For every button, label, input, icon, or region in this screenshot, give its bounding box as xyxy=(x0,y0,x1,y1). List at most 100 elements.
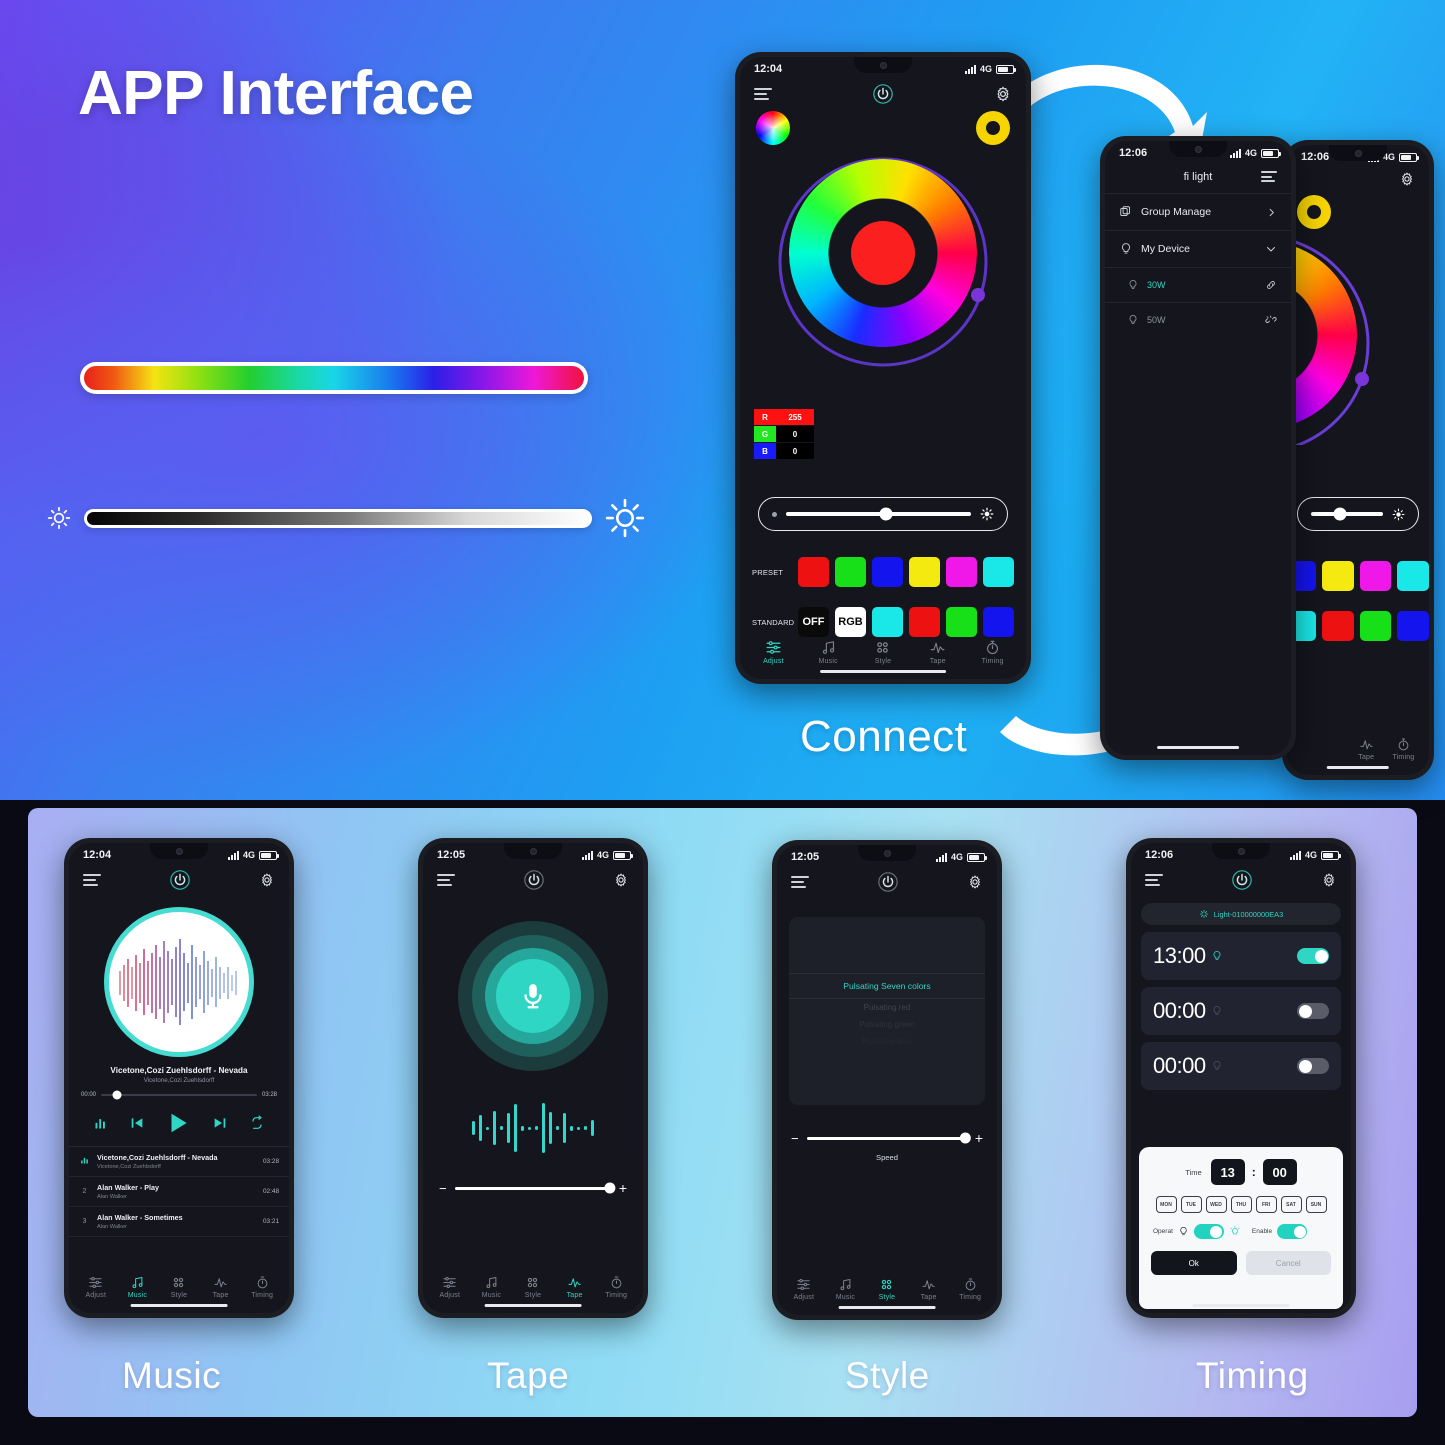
equalizer-icon[interactable] xyxy=(93,1116,108,1131)
alarm-row[interactable]: 00:00 xyxy=(1141,1042,1341,1090)
preset-swatch[interactable] xyxy=(1397,561,1429,591)
brightness-knob[interactable] xyxy=(879,507,893,521)
speed-track[interactable] xyxy=(806,1132,971,1144)
operation-row[interactable]: Operat Enable xyxy=(1151,1224,1331,1239)
color-wheel-area[interactable] xyxy=(740,153,1026,367)
brightness-track[interactable] xyxy=(786,507,971,521)
plus-icon[interactable]: + xyxy=(619,1181,627,1195)
tab-bar[interactable]: Adjust Music Style Tape Timing xyxy=(777,1277,997,1301)
power-icon[interactable] xyxy=(877,871,899,893)
tab-tape[interactable]: Tape xyxy=(555,1275,595,1299)
style-option[interactable]: Pulsating blue xyxy=(789,1033,985,1050)
preset-swatch-blue[interactable] xyxy=(872,557,903,587)
link-icon[interactable] xyxy=(1265,279,1277,291)
hamburger-icon[interactable] xyxy=(1145,874,1163,886)
preset-swatch-green[interactable] xyxy=(835,557,866,587)
standard-swatch-green[interactable] xyxy=(946,607,977,637)
day-chip-wed[interactable]: WED xyxy=(1205,1196,1227,1213)
tab-tape[interactable]: Tape xyxy=(909,1277,949,1301)
power-icon[interactable] xyxy=(1231,869,1253,891)
rainbow-color-slider[interactable] xyxy=(80,362,588,394)
enable-toggle[interactable] xyxy=(1277,1224,1308,1239)
preset-swatch-red[interactable] xyxy=(798,557,829,587)
gear-icon[interactable] xyxy=(967,874,983,890)
brightness-slider-row[interactable] xyxy=(46,498,646,538)
tab-style[interactable]: Style xyxy=(857,639,909,665)
repeat-icon[interactable] xyxy=(249,1115,265,1131)
alarm-toggle[interactable] xyxy=(1297,948,1329,964)
preset-swatch-magenta[interactable] xyxy=(946,557,977,587)
list-item[interactable]: Vicetone,Cozi Zuehlsdorff - Nevada Vicet… xyxy=(69,1147,289,1177)
standard-swatch[interactable] xyxy=(1322,611,1354,641)
tab-tape[interactable]: Tape xyxy=(1355,737,1378,761)
tab-music[interactable]: Music xyxy=(118,1275,158,1299)
next-icon[interactable] xyxy=(212,1115,228,1131)
list-item[interactable]: 3 Alan Walker - Sometimes Alan Walker 03… xyxy=(69,1207,289,1237)
seek-knob[interactable] xyxy=(112,1090,122,1100)
preset-swatch[interactable] xyxy=(1359,561,1392,591)
tab-music[interactable]: Music xyxy=(826,1277,866,1301)
time-picker-sheet[interactable]: Time 13 : 00 MON TUE WED THU FRI SAT SUN… xyxy=(1139,1147,1343,1309)
time-picker-row[interactable]: Time 13 : 00 xyxy=(1151,1159,1331,1185)
plus-icon[interactable]: + xyxy=(975,1131,983,1145)
tab-bar[interactable]: Tape Timing xyxy=(1287,737,1429,761)
alarm-toggle[interactable] xyxy=(1297,1003,1329,1019)
microphone-button[interactable] xyxy=(458,921,608,1071)
yellow-swatch[interactable] xyxy=(1297,195,1331,229)
brightness-control[interactable] xyxy=(758,497,1008,531)
tab-timing[interactable]: Timing xyxy=(967,639,1019,665)
broken-link-icon[interactable] xyxy=(1265,314,1277,326)
brightness-knob[interactable] xyxy=(1333,507,1347,521)
selected-color-preview[interactable] xyxy=(789,159,977,347)
tab-timing[interactable]: Timing xyxy=(596,1275,636,1299)
device-chip[interactable]: Light-010000000EA3 xyxy=(1141,903,1341,925)
list-item-device-30w[interactable]: 30W xyxy=(1105,267,1291,302)
tab-adjust[interactable]: Adjust xyxy=(784,1277,824,1301)
tab-music[interactable]: Music xyxy=(472,1275,512,1299)
standard-row[interactable] xyxy=(1287,611,1429,641)
tab-style[interactable]: Style xyxy=(867,1277,907,1301)
list-item-my-device[interactable]: My Device xyxy=(1105,230,1291,267)
hamburger-icon[interactable] xyxy=(754,88,772,100)
hamburger-icon[interactable] xyxy=(791,876,809,888)
tab-music[interactable]: Music xyxy=(802,639,854,665)
tab-adjust[interactable]: Adjust xyxy=(430,1275,470,1299)
gear-icon[interactable] xyxy=(613,872,629,888)
ok-button[interactable]: Ok xyxy=(1151,1251,1237,1275)
speed-slider[interactable]: − + xyxy=(777,1105,997,1145)
play-icon[interactable] xyxy=(165,1110,191,1136)
preset-swatch[interactable] xyxy=(1322,561,1354,591)
standard-swatch-cyan[interactable] xyxy=(872,607,903,637)
hue-arc-track[interactable] xyxy=(1287,235,1373,445)
hour-field[interactable]: 13 xyxy=(1210,1159,1245,1185)
tab-tape[interactable]: Tape xyxy=(912,639,964,665)
sensitivity-knob[interactable] xyxy=(604,1182,616,1194)
list-item[interactable]: 2 Alan Walker - Play Alan Walker 02:48 xyxy=(69,1177,289,1207)
power-icon[interactable] xyxy=(169,869,191,891)
tab-bar[interactable]: Adjust Music Style Tape Timing xyxy=(740,639,1026,665)
tab-adjust[interactable]: Adjust xyxy=(747,639,799,665)
day-chip-thu[interactable]: THU xyxy=(1230,1196,1252,1213)
tab-timing[interactable]: Timing xyxy=(950,1277,990,1301)
tab-bar[interactable]: Adjust Music Style Tape Timing xyxy=(69,1275,289,1299)
standard-swatch[interactable] xyxy=(1359,611,1392,641)
alarm-row[interactable]: 13:00 xyxy=(1141,932,1341,980)
minute-field[interactable]: 00 xyxy=(1262,1159,1297,1185)
tab-timing[interactable]: Timing xyxy=(242,1275,282,1299)
day-chip-mon[interactable]: MON xyxy=(1155,1196,1177,1213)
style-option-selected[interactable]: Pulsating Seven colors xyxy=(789,972,985,999)
tab-style[interactable]: Style xyxy=(159,1275,199,1299)
power-icon[interactable] xyxy=(872,83,894,105)
standard-off-button[interactable]: OFF xyxy=(798,607,829,637)
preset-swatch-cyan[interactable] xyxy=(983,557,1014,587)
brightness-control[interactable] xyxy=(1297,497,1419,531)
preset-swatch-yellow[interactable] xyxy=(909,557,940,587)
standard-swatch-red[interactable] xyxy=(909,607,940,637)
minus-icon[interactable]: − xyxy=(439,1182,447,1195)
style-picker[interactable]: Pulsating Seven colors Pulsating red Pul… xyxy=(789,917,985,1105)
tab-timing[interactable]: Timing xyxy=(1392,737,1415,761)
list-item-device-50w[interactable]: 50W xyxy=(1105,302,1291,337)
transport-controls[interactable] xyxy=(69,1098,289,1146)
speed-knob[interactable] xyxy=(959,1132,971,1144)
power-icon[interactable] xyxy=(523,869,545,891)
